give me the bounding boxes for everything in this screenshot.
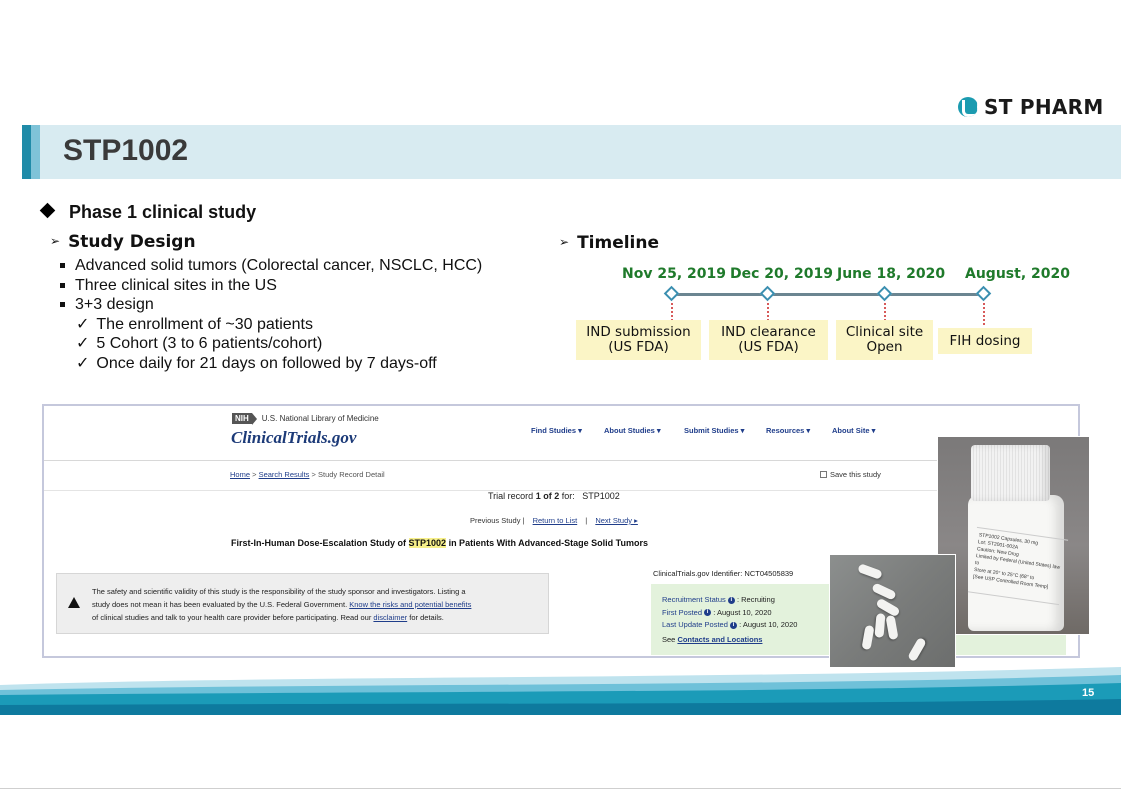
timeline-box: FIH dosing — [938, 328, 1032, 354]
study-title: First-In-Human Dose-Escalation Study of … — [231, 538, 649, 548]
save-checkbox[interactable] — [820, 471, 827, 478]
divider — [44, 460, 1078, 461]
footer-wave — [0, 667, 1121, 715]
timeline-line — [672, 293, 985, 296]
nih-text: U.S. National Library of Medicine — [261, 414, 379, 423]
warning-icon — [68, 597, 80, 608]
status-text: Recruitment Status i : Recruiting First … — [662, 595, 798, 644]
study-pagination: Previous Study | Return to List | Next S… — [470, 516, 638, 525]
save-study[interactable]: Save this study — [820, 470, 881, 479]
timeline-node-icon — [876, 285, 893, 302]
check-item: ✓ 5 Cohort (3 to 6 patients/cohort) — [76, 335, 323, 352]
capsule — [861, 624, 875, 651]
check-icon: ✓ — [76, 354, 90, 372]
timeline-heading: ➢ Timeline — [559, 233, 660, 253]
nih-badge: NIH — [232, 413, 257, 425]
breadcrumb-home[interactable]: Home — [230, 470, 250, 479]
disclaimer-text: The safety and scientific validity of th… — [92, 587, 472, 622]
trial-record: Trial record 1 of 2 for: STP1002 — [488, 491, 620, 501]
phase-heading: Phase 1 clinical study — [39, 202, 256, 223]
timeline-date: June 18, 2020 — [837, 266, 946, 282]
check-item: ✓ Once daily for 21 days on followed by 7… — [76, 354, 437, 372]
breadcrumb: Home > Search Results > Study Record Det… — [230, 470, 385, 479]
breadcrumb-search-results[interactable]: Search Results — [259, 470, 310, 479]
timeline-node-icon — [663, 285, 680, 302]
st-pharm-logo-icon — [958, 97, 978, 117]
nav-about-studies[interactable]: About Studies ▾ — [604, 426, 661, 435]
return-to-list-link[interactable]: Return to List — [533, 516, 578, 525]
capsules-photo — [829, 554, 956, 668]
timeline-date: Dec 20, 2019 — [730, 266, 833, 282]
breadcrumb-current: Study Record Detail — [318, 470, 385, 479]
bottle-cap — [971, 445, 1050, 501]
bottle-label: STP1002 Capsules, 30 mg Lot: ST2001-002A… — [967, 526, 1069, 606]
timeline-date: Nov 25, 2019 — [622, 266, 726, 282]
info-icon: i — [727, 596, 735, 604]
previous-study[interactable]: Previous Study | — [470, 516, 524, 525]
arrow-bullet-icon: ➢ — [50, 234, 61, 248]
risks-benefits-link[interactable]: Know the risks and potential benefits — [349, 600, 471, 609]
disclaimer-link[interactable]: disclaimer — [373, 613, 407, 622]
check-icon: ✓ — [76, 335, 90, 352]
nav-find-studies[interactable]: Find Studies ▾ — [531, 426, 582, 435]
clinicaltrials-logo[interactable]: ClinicalTrials.gov — [231, 428, 356, 448]
nav-submit-studies[interactable]: Submit Studies ▾ — [684, 426, 744, 435]
next-study-link[interactable]: Next Study ▸ — [595, 516, 638, 525]
study-design-list: Advanced solid tumors (Colorectal cancer… — [60, 256, 482, 373]
nav-resources[interactable]: Resources ▾ — [766, 426, 810, 435]
bottom-rule — [0, 788, 1121, 789]
drug-bottle-photo: STP1002 Capsules, 30 mg Lot: ST2001-002A… — [937, 436, 1090, 635]
capsule — [885, 614, 899, 641]
study-design-heading: ➢ Study Design — [50, 232, 196, 252]
timeline-box: IND clearance (US FDA) — [709, 320, 828, 360]
list-item: Advanced solid tumors (Colorectal cancer… — [60, 256, 482, 276]
timeline-node-icon — [975, 285, 992, 302]
capsule — [871, 582, 897, 601]
slide-title: STP1002 — [63, 134, 189, 167]
timeline-box: Clinical site Open — [836, 320, 933, 360]
info-icon: i — [729, 621, 737, 629]
check-item: ✓ The enrollment of ~30 patients — [76, 315, 313, 333]
capsule — [857, 563, 883, 580]
study-identifier: ClinicalTrials.gov Identifier: NCT045058… — [653, 569, 794, 578]
disclaimer-box: The safety and scientific validity of th… — [56, 573, 549, 634]
timeline-node-icon — [759, 285, 776, 302]
capsule — [874, 613, 886, 638]
title-accent-dark — [22, 125, 31, 179]
check-icon: ✓ — [76, 315, 90, 333]
list-item: 3+3 design — [60, 295, 482, 315]
nih-header: NIH U.S. National Library of Medicine — [232, 413, 379, 425]
timeline-connector — [983, 303, 985, 325]
list-item: Three clinical sites in the US — [60, 276, 482, 296]
diamond-bullet-icon — [39, 202, 56, 219]
contacts-locations-link[interactable]: Contacts and Locations — [677, 635, 762, 644]
logo-text: ST PHARM — [984, 95, 1104, 119]
page-number: 15 — [1082, 687, 1095, 699]
timeline-date: August, 2020 — [965, 266, 1070, 282]
save-label: Save this study — [830, 470, 881, 479]
timeline-box: IND submission (US FDA) — [576, 320, 701, 360]
nav-about-site[interactable]: About Site ▾ — [832, 426, 875, 435]
title-accent-light — [31, 125, 40, 179]
st-pharm-logo: ST PHARM — [958, 95, 1104, 119]
arrow-bullet-icon: ➢ — [559, 235, 570, 249]
